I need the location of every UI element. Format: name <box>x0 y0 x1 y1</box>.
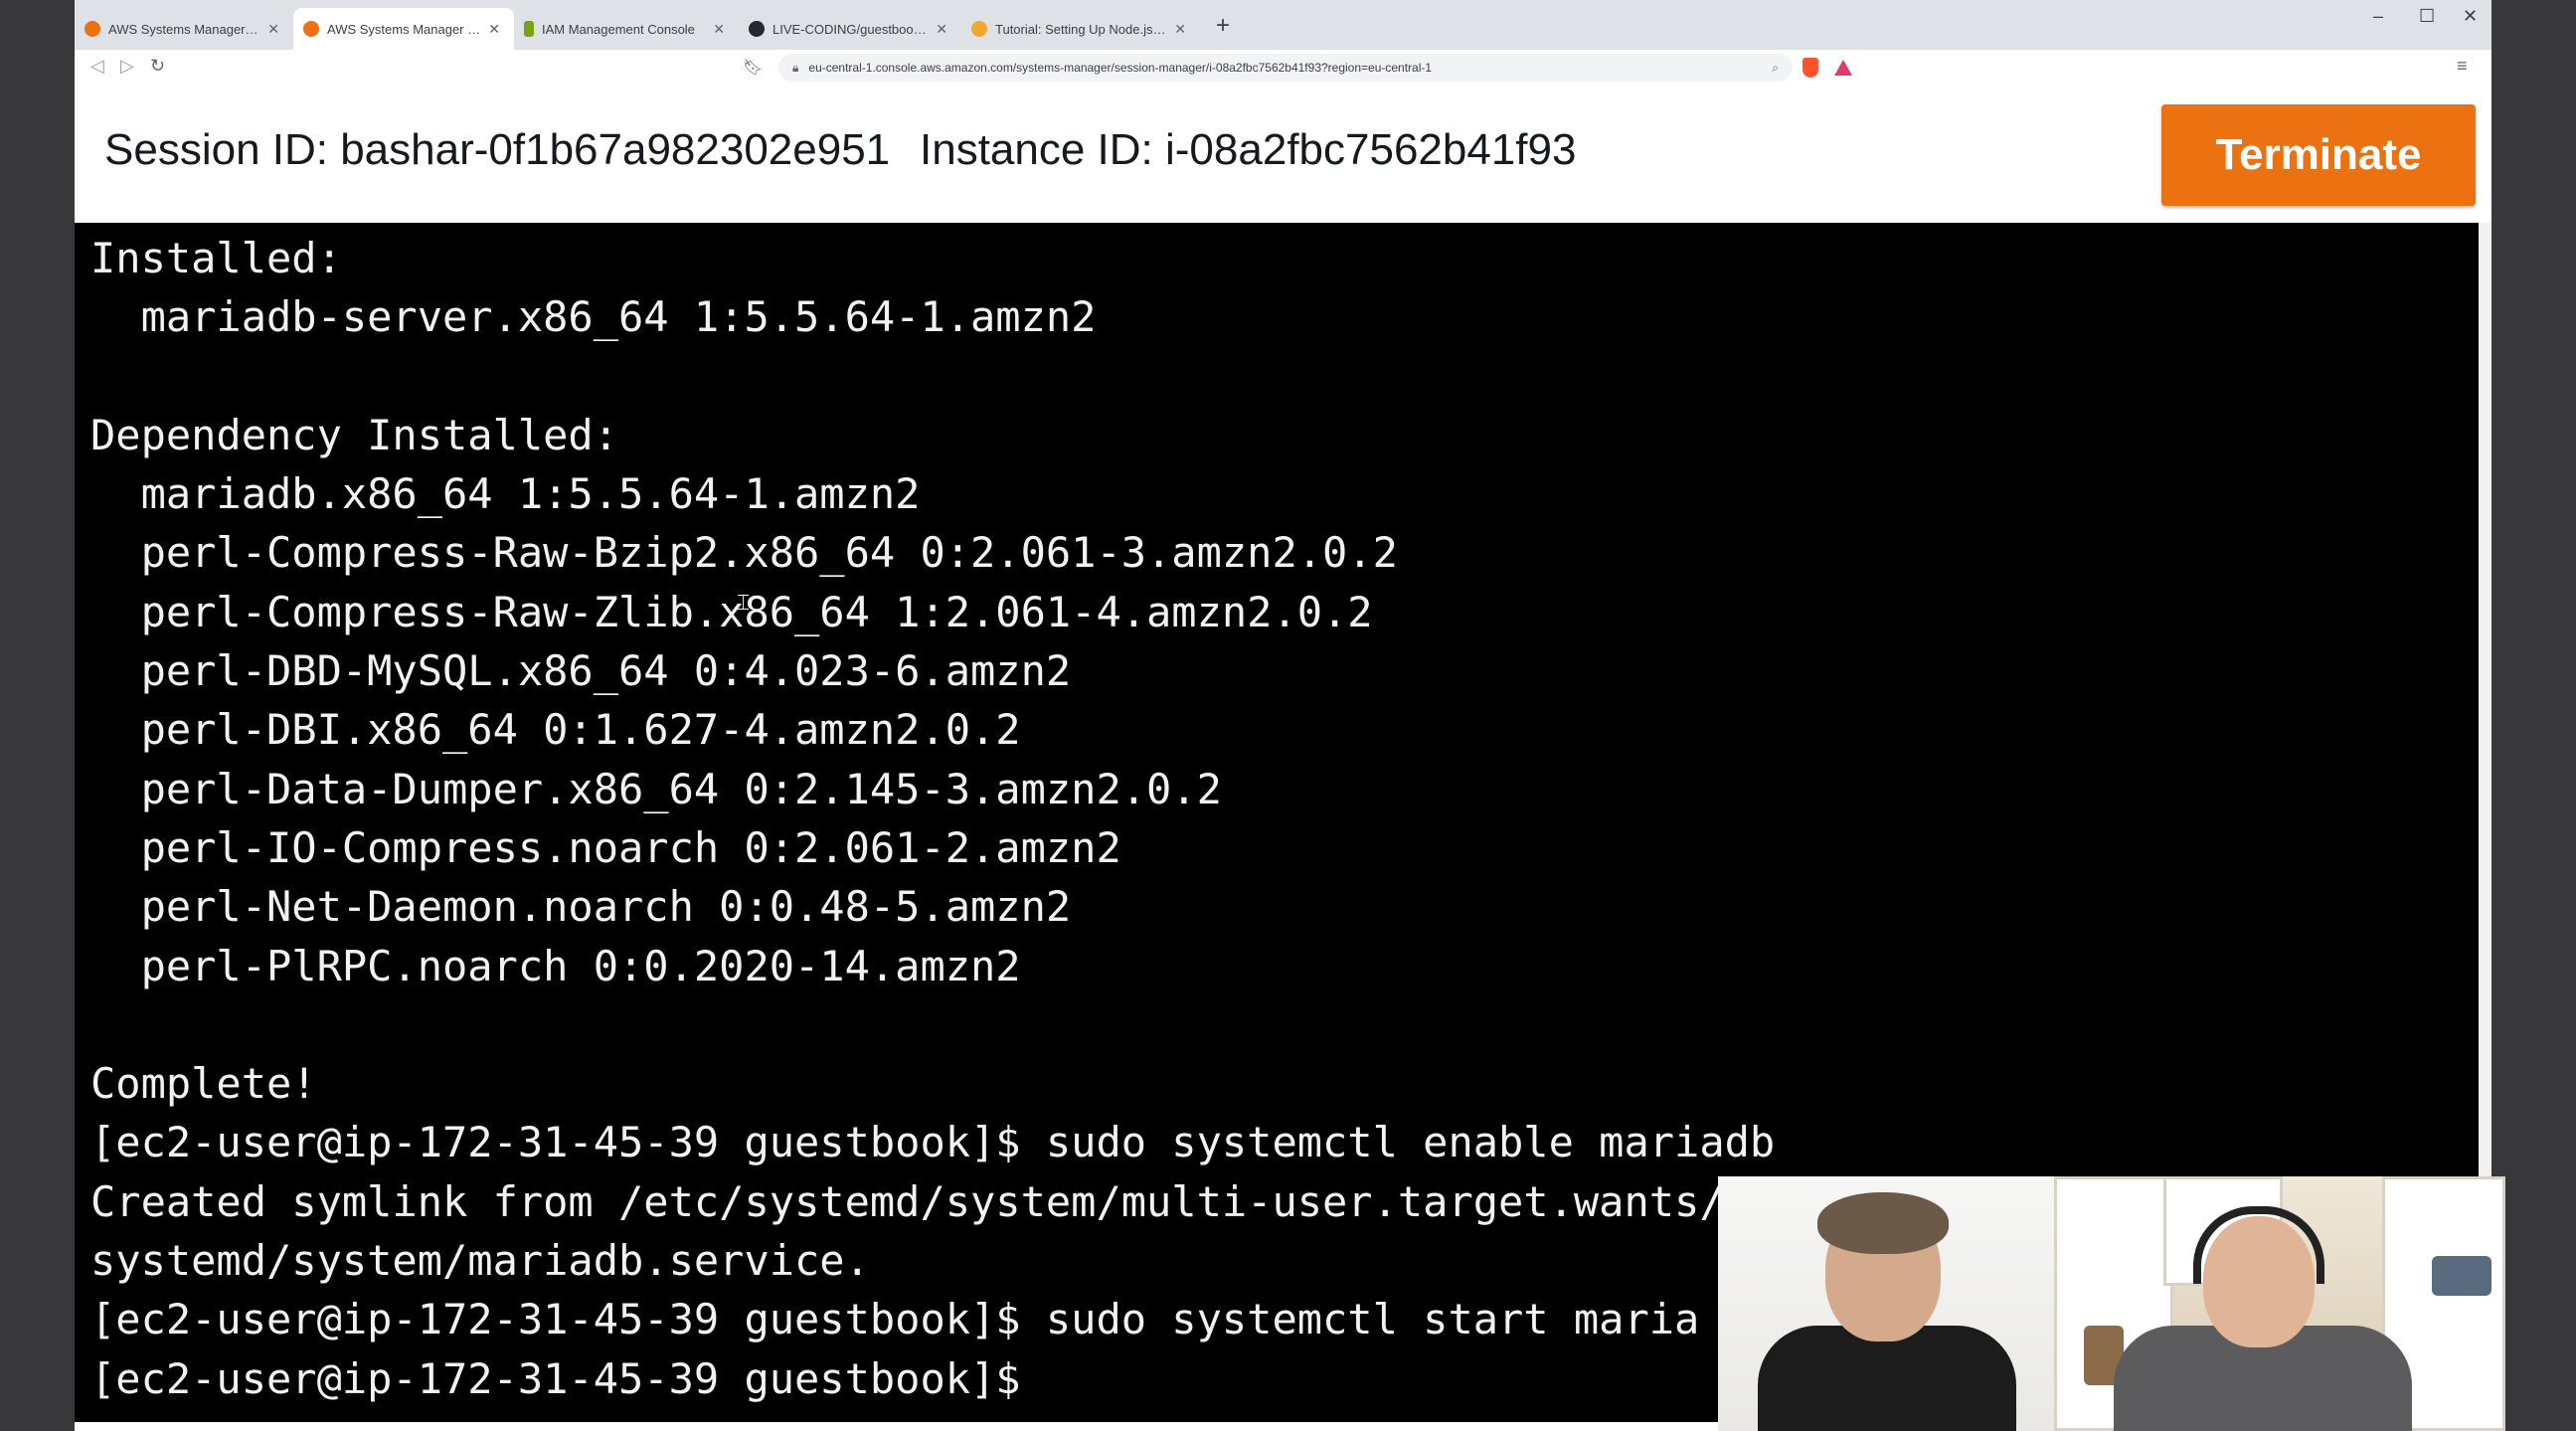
mouse-cursor-icon: ⌶ <box>737 591 751 616</box>
terminal-line: perl-Compress-Raw-Bzip2.x86_64 0:2.061-3… <box>90 528 1398 578</box>
tab-title: AWS Systems Manager - Session M <box>108 21 259 37</box>
terminal-line: mariadb.x86_64 1:5.5.64-1.amzn2 <box>90 469 921 519</box>
tab-title: Tutorial: Setting Up Node.js on an <box>995 21 1166 37</box>
browser-tab-3[interactable]: LIVE-CODING/guestbook-app at m ✕ <box>739 8 961 50</box>
brave-rewards-icon[interactable] <box>1834 60 1852 76</box>
close-window-icon[interactable]: ✕ <box>2463 6 2478 27</box>
maximize-icon[interactable]: ☐ <box>2419 6 2435 27</box>
address-bar-row: ◁ ▷ ↻ 🔖︎ 🔒︎ eu-central-1.console.aws.ama… <box>75 50 2491 87</box>
aws-icon <box>85 21 100 37</box>
tab-title: AWS Systems Manager - Session M <box>327 21 480 37</box>
session-header: Session ID: bashar-0f1b67a982302e951 Ins… <box>75 86 2491 223</box>
close-tab-icon[interactable]: ✕ <box>1174 21 1186 38</box>
browser-tab-2[interactable]: IAM Management Console ✕ <box>514 8 739 50</box>
zoom-icon[interactable]: ⌕ <box>1772 61 1779 76</box>
terminate-button[interactable]: Terminate <box>2161 104 2476 206</box>
close-tab-icon[interactable]: ✕ <box>488 21 500 38</box>
forward-icon[interactable]: ▷ <box>120 56 134 77</box>
aws-icon <box>303 21 319 37</box>
terminal-line: [ec2-user@ip-172-31-45-39 guestbook]$ <box>90 1353 1021 1403</box>
instance-id-label: Instance ID: i-08a2fbc7562b41f93 <box>920 125 1577 174</box>
browser-tab-4[interactable]: Tutorial: Setting Up Node.js on an ✕ <box>961 8 1200 50</box>
back-icon[interactable]: ◁ <box>90 56 104 77</box>
person-left-hair <box>1817 1192 1949 1254</box>
bookmark-icon[interactable]: 🔖︎ <box>743 58 763 78</box>
aws-docs-icon <box>971 21 987 37</box>
github-icon <box>749 21 765 37</box>
tab-title: LIVE-CODING/guestbook-app at m <box>773 21 928 37</box>
terminal-line: perl-DBI.x86_64 0:1.627-4.amzn2.0.2 <box>90 705 1021 755</box>
minimize-icon[interactable]: – <box>2373 6 2383 27</box>
close-tab-icon[interactable]: ✕ <box>936 21 947 38</box>
terminal-line: Complete! <box>90 1059 317 1109</box>
menu-icon[interactable]: ≡ <box>2457 56 2468 77</box>
terminal-line: Created symlink from /etc/systemd/system… <box>90 1176 1725 1226</box>
new-tab-icon[interactable]: + <box>1216 12 1230 40</box>
terminal-line: perl-Data-Dumper.x86_64 0:2.145-3.amzn2.… <box>90 764 1222 813</box>
webcam-feed-left <box>1718 1176 2054 1431</box>
terminal-line: [ec2-user@ip-172-31-45-39 guestbook]$ su… <box>90 1118 1776 1167</box>
browser-tab-1-active[interactable]: AWS Systems Manager - Session M ✕ <box>293 8 514 50</box>
aws-iam-icon <box>524 21 534 37</box>
url-text: eu-central-1.console.aws.amazon.com/syst… <box>808 61 1433 75</box>
terminal-line: perl-Compress-Raw-Zlib.x86_64 1:2.061-4.… <box>90 587 1373 636</box>
tab-bar: AWS Systems Manager - Session M ✕ AWS Sy… <box>75 0 2491 51</box>
terminal-line: perl-PlRPC.noarch 0:0.2020-14.amzn2 <box>90 941 1021 990</box>
video-overlay <box>1718 1176 2505 1431</box>
terminal-line: Installed: <box>90 234 342 282</box>
terminal-line: perl-Net-Daemon.noarch 0:0.48-5.amzn2 <box>90 882 1072 932</box>
desk-item <box>2432 1256 2491 1296</box>
close-tab-icon[interactable]: ✕ <box>267 21 279 38</box>
tab-title: IAM Management Console <box>542 21 695 37</box>
reload-icon[interactable]: ↻ <box>150 56 165 77</box>
terminal-line: mariadb-server.x86_64 1:5.5.64-1.amzn2 <box>90 292 1097 342</box>
close-tab-icon[interactable]: ✕ <box>713 21 725 38</box>
terminal-line: [ec2-user@ip-172-31-45-39 guestbook]$ su… <box>90 1295 1700 1344</box>
session-id-label: Session ID: bashar-0f1b67a982302e951 <box>104 125 891 174</box>
brave-shield-icon[interactable] <box>1803 58 1818 78</box>
terminal-output: Installed: mariadb-server.x86_64 1:5.5.6… <box>90 229 1775 1408</box>
url-bar[interactable]: 🔒︎ eu-central-1.console.aws.amazon.com/s… <box>778 54 1793 82</box>
terminal-line: Dependency Installed: <box>90 410 619 459</box>
browser-tab-0[interactable]: AWS Systems Manager - Session M ✕ <box>75 8 293 50</box>
terminal-line: perl-DBD-MySQL.x86_64 0:4.023-6.amzn2 <box>90 646 1072 696</box>
terminal-line: systemd/system/mariadb.service. <box>90 1236 870 1286</box>
lock-icon: 🔒︎ <box>792 60 799 75</box>
terminal-line: perl-IO-Compress.noarch 0:2.061-2.amzn2 <box>90 822 1121 872</box>
webcam-feed-right <box>2054 1176 2505 1431</box>
